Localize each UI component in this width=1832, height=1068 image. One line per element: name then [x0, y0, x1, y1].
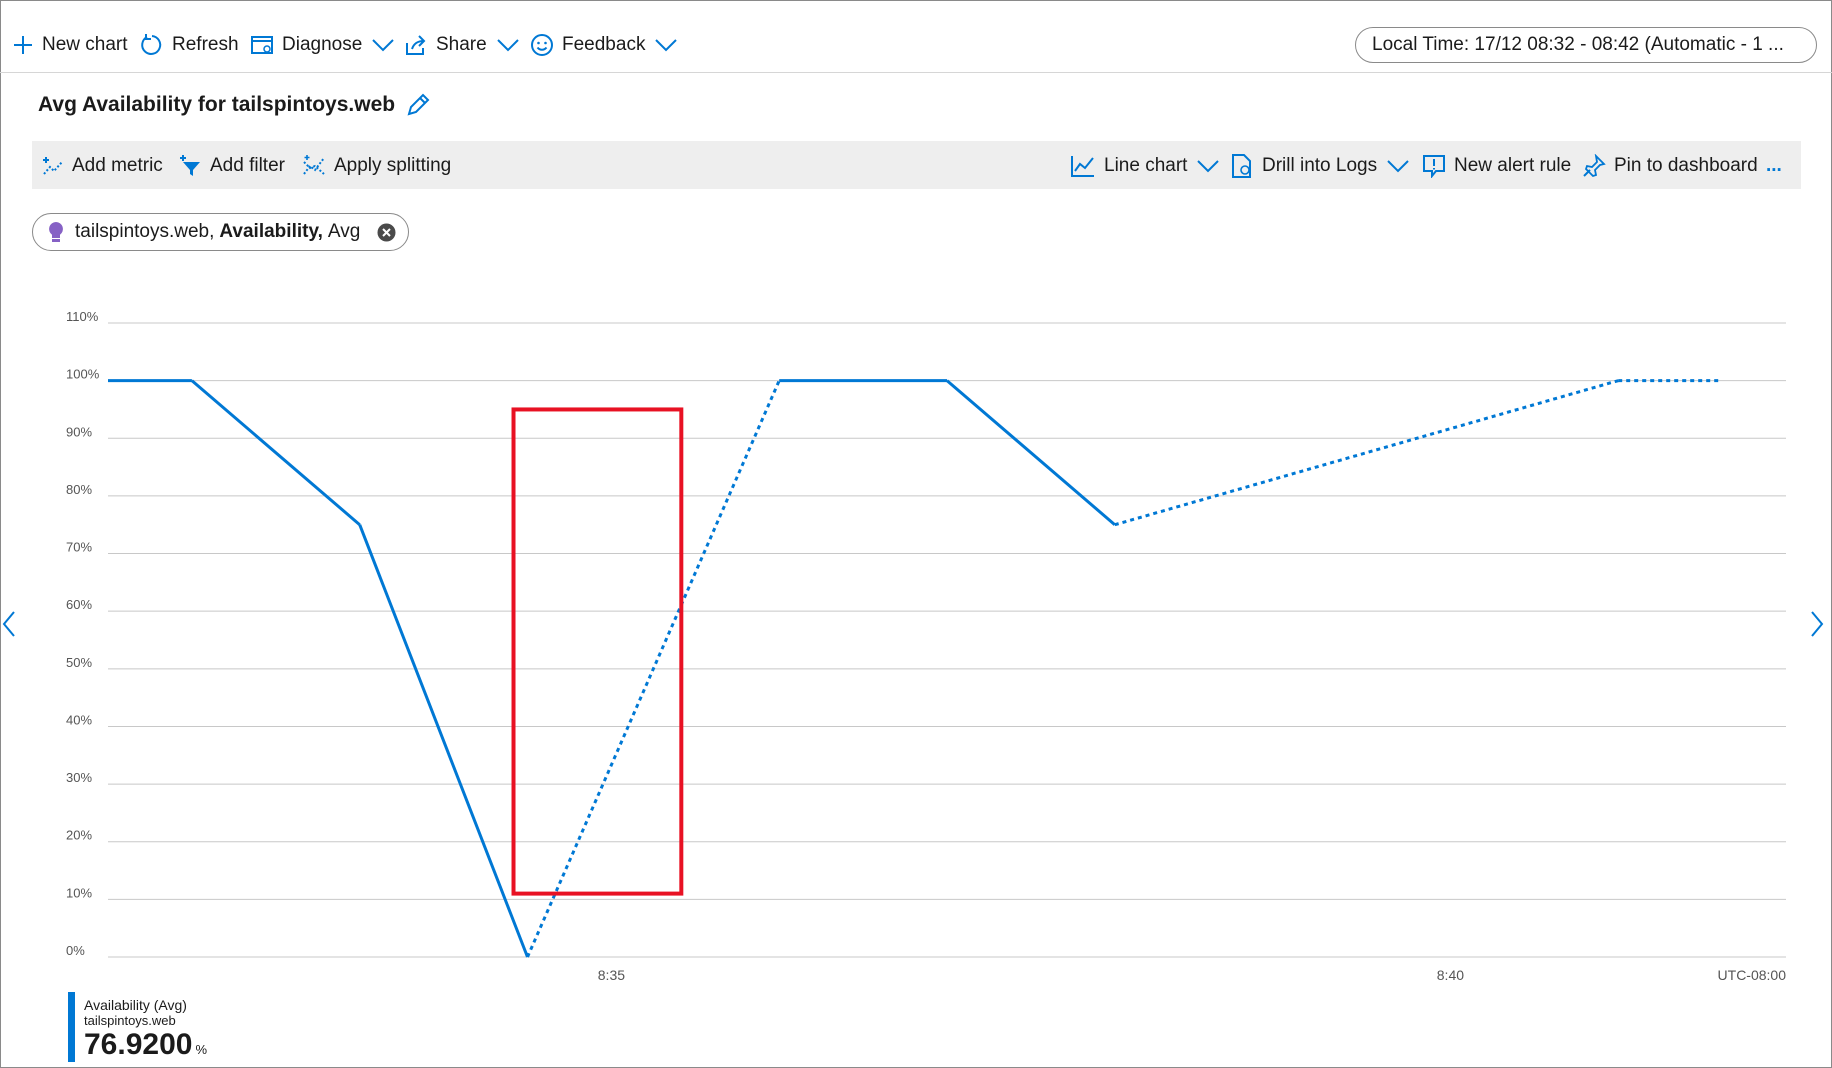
legend-value-number: 76.9200	[84, 1028, 193, 1061]
pin-to-dashboard-button[interactable]: Pin to dashboard	[1582, 153, 1758, 179]
legend-series-name: Availability (Avg)	[84, 997, 187, 1013]
refresh-label: Refresh	[172, 34, 239, 55]
feedback-button[interactable]: Feedback	[530, 30, 685, 60]
y-tick-label: 30%	[66, 770, 92, 785]
refresh-icon	[141, 34, 162, 55]
smiley-icon	[531, 34, 553, 56]
line-chart-icon	[1071, 156, 1094, 177]
y-tick-label: 50%	[66, 655, 92, 670]
line-chart: 0% 10% 20% 30% 40% 50% 60% 70% 80% 90% 100% 110% 8:3…	[66, 309, 1787, 980]
chevron-down-icon	[1387, 160, 1409, 173]
lightbulb-icon	[49, 222, 63, 242]
share-button[interactable]: Share	[404, 30, 527, 60]
chart-toolbar: Add metric Add filter Apply splitting Li…	[32, 141, 1801, 189]
close-icon[interactable]	[377, 223, 396, 242]
chart-title: Avg Availability for tailspintoys.web	[38, 93, 396, 116]
diagnose-label: Diagnose	[282, 34, 363, 55]
diagnose-button[interactable]: Diagnose	[250, 30, 402, 60]
add-filter-button[interactable]: Add filter	[178, 153, 285, 179]
series-segment	[358, 524, 529, 958]
legend-color-bar	[68, 992, 75, 1062]
y-tick-label: 80%	[66, 482, 92, 497]
plus-icon	[14, 36, 32, 54]
metric-aggregation: Avg	[327, 221, 361, 242]
y-tick-label: 0%	[66, 943, 85, 958]
line-chart-label: Line chart	[1104, 155, 1188, 176]
chevron-down-icon	[1197, 160, 1220, 173]
add-filter-label: Add filter	[210, 155, 285, 176]
y-tick-label: 100%	[66, 367, 100, 382]
add-metric-icon	[43, 157, 63, 175]
logs-icon	[1232, 154, 1251, 178]
metric-resource: tailspintoys.web,	[75, 221, 215, 242]
more-options-button[interactable]: ...	[1766, 153, 1782, 179]
legend-resource: tailspintoys.web	[84, 1013, 176, 1028]
series-segment	[190, 379, 361, 526]
new-chart-button[interactable]: New chart	[12, 30, 128, 60]
y-tick-label: 70%	[66, 540, 92, 555]
y-tick-label: 90%	[66, 424, 92, 439]
y-tick-label: 40%	[66, 712, 92, 727]
share-icon	[406, 35, 426, 55]
chevron-down-icon	[655, 39, 678, 52]
y-tick-label: 10%	[66, 885, 92, 900]
pin-to-dashboard-label: Pin to dashboard	[1614, 155, 1758, 176]
drill-into-logs-button[interactable]: Drill into Logs	[1230, 153, 1417, 179]
timezone-label: UTC-08:00	[1718, 967, 1787, 980]
diagnose-icon	[251, 36, 273, 54]
legend-value: 76.9200%	[84, 1028, 207, 1062]
x-tick-label: 8:40	[1437, 967, 1464, 980]
series-segment	[1114, 379, 1619, 527]
y-tick-label: 60%	[66, 597, 92, 612]
y-tick-label: 20%	[66, 828, 92, 843]
pin-icon	[1583, 154, 1606, 178]
metric-name: Availability,	[219, 221, 323, 242]
share-label: Share	[436, 34, 487, 55]
line-chart-button[interactable]: Line chart	[1070, 153, 1227, 179]
command-bar: New chart Refresh Diagnose Share Feedbac…	[0, 0, 1832, 73]
drill-into-logs-label: Drill into Logs	[1262, 155, 1378, 176]
new-chart-label: New chart	[42, 34, 128, 55]
chart-title-row: Avg Availability for tailspintoys.web	[38, 92, 431, 118]
refresh-button[interactable]: Refresh	[140, 30, 239, 60]
series-segment	[946, 379, 1116, 526]
legend-value-unit: %	[195, 1042, 208, 1057]
splitting-icon	[303, 155, 325, 175]
pencil-icon[interactable]	[405, 92, 431, 118]
chart-legend[interactable]: Availability (Avg) tailspintoys.web 76.9…	[68, 992, 288, 1062]
chevron-down-icon	[496, 39, 519, 52]
y-tick-label: 110%	[66, 309, 99, 324]
apply-splitting-button[interactable]: Apply splitting	[302, 153, 451, 179]
filter-icon	[180, 155, 200, 176]
highlight-box	[511, 407, 684, 896]
x-tick-label: 8:35	[598, 967, 625, 980]
add-metric-label: Add metric	[72, 155, 163, 176]
time-range-picker[interactable]: Local Time: 17/12 08:32 - 08:42 (Automat…	[1355, 27, 1817, 63]
new-alert-rule-button[interactable]: New alert rule	[1422, 153, 1571, 179]
metric-pill[interactable]: tailspintoys.web, Availability, Avg	[32, 213, 409, 251]
chevron-down-icon	[372, 39, 394, 52]
feedback-label: Feedback	[562, 34, 646, 55]
add-metric-button[interactable]: Add metric	[42, 153, 163, 179]
apply-splitting-label: Apply splitting	[334, 155, 452, 176]
alert-icon	[1423, 155, 1445, 178]
new-alert-rule-label: New alert rule	[1454, 155, 1572, 176]
